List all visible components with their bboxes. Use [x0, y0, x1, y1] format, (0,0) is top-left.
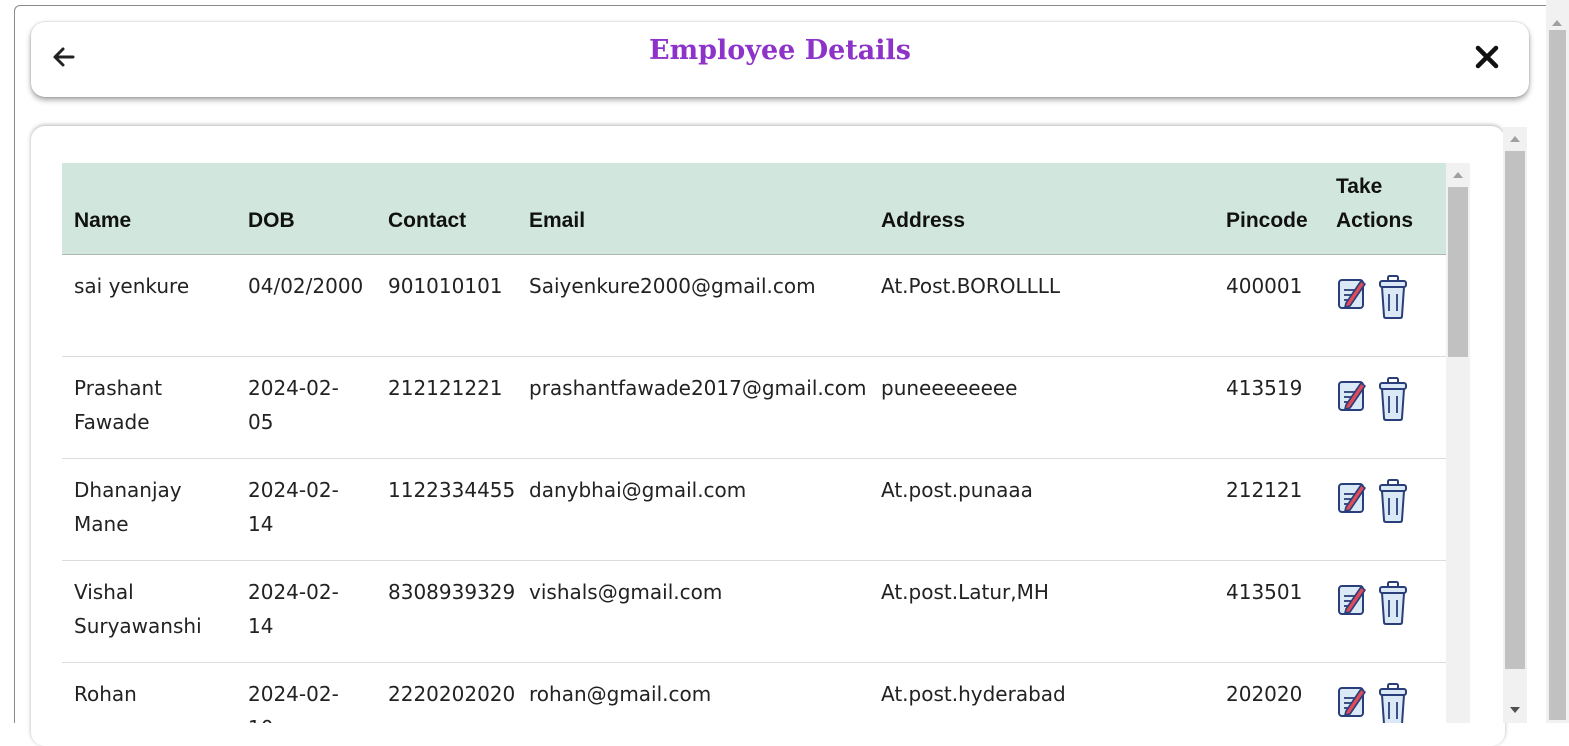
cell-pincode: 202020	[1214, 662, 1324, 723]
edit-icon	[1338, 686, 1366, 717]
delete-button[interactable]	[1378, 580, 1408, 635]
employee-table-container: Name DOB Contact Email Address Pincode T…	[62, 163, 1446, 723]
cell-dob: 2024-02-14	[236, 560, 376, 663]
cell-email: danybhai@gmail.com	[517, 458, 869, 561]
edit-icon	[1338, 482, 1366, 513]
cell-contact: 1122334455	[376, 458, 517, 561]
cell-email: prashantfawade2017@gmail.com	[517, 356, 869, 459]
delete-icon	[1379, 376, 1407, 421]
cell-address: At.Post.BOROLLLL	[869, 254, 1214, 357]
cell-email: rohan@gmail.com	[517, 662, 869, 723]
table-row: Rohan 2024-02-10 2220202020 rohan@gmail.…	[62, 662, 1446, 723]
close-icon	[1475, 45, 1499, 69]
edit-button[interactable]	[1336, 377, 1368, 423]
edit-button[interactable]	[1336, 479, 1368, 525]
cell-name: Prashant Fawade	[62, 356, 236, 459]
column-header-name[interactable]: Name	[62, 163, 236, 255]
column-header-address[interactable]: Address	[869, 163, 1214, 255]
delete-button[interactable]	[1378, 682, 1408, 723]
cell-actions	[1324, 662, 1446, 723]
column-header-contact[interactable]: Contact	[376, 163, 517, 255]
cell-pincode: 400001	[1214, 254, 1324, 357]
scroll-up-icon[interactable]	[1510, 136, 1520, 142]
column-header-dob[interactable]: DOB	[236, 163, 376, 255]
cell-address: At.post.hyderabad	[869, 662, 1214, 723]
delete-button[interactable]	[1378, 274, 1408, 329]
card-scrollbar[interactable]	[1503, 127, 1527, 723]
cell-address: At.post.punaaa	[869, 458, 1214, 561]
edit-icon	[1338, 584, 1366, 615]
column-header-email[interactable]: Email	[517, 163, 869, 255]
edit-icon	[1338, 380, 1366, 411]
employee-table: Name DOB Contact Email Address Pincode T…	[62, 163, 1446, 723]
cell-contact: 8308939329	[376, 560, 517, 663]
cell-dob: 04/02/2000	[236, 254, 376, 357]
cell-contact: 212121221	[376, 356, 517, 459]
scroll-down-icon[interactable]	[1510, 707, 1520, 713]
scroll-up-icon[interactable]	[1552, 20, 1562, 26]
edit-icon	[1338, 278, 1366, 309]
close-button[interactable]	[1472, 42, 1502, 72]
scroll-up-icon[interactable]	[1453, 172, 1463, 178]
table-row: sai yenkure 04/02/2000 901010101 Saiyenk…	[62, 254, 1446, 357]
table-row: Dhananjay Mane 2024-02-14 1122334455 dan…	[62, 458, 1446, 561]
table-scrollbar-thumb[interactable]	[1448, 187, 1468, 357]
cell-actions	[1324, 254, 1446, 357]
edit-button[interactable]	[1336, 275, 1368, 321]
table-row: Vishal Suryawanshi 2024-02-14 8308939329…	[62, 560, 1446, 663]
modal-header: Employee Details	[31, 22, 1529, 97]
delete-button[interactable]	[1378, 376, 1408, 431]
cell-email: vishals@gmail.com	[517, 560, 869, 663]
cell-email: Saiyenkure2000@gmail.com	[517, 254, 869, 357]
cell-address: puneeeeeeee	[869, 356, 1214, 459]
edit-button[interactable]	[1336, 581, 1368, 627]
cell-pincode: 413519	[1214, 356, 1324, 459]
cell-pincode: 413501	[1214, 560, 1324, 663]
delete-button[interactable]	[1378, 478, 1408, 533]
page-scrollbar-thumb[interactable]	[1549, 30, 1566, 720]
delete-icon	[1379, 274, 1407, 319]
cell-dob: 2024-02-10	[236, 662, 376, 723]
cell-contact: 901010101	[376, 254, 517, 357]
table-row: Prashant Fawade 2024-02-05 212121221 pra…	[62, 356, 1446, 459]
cell-actions	[1324, 560, 1446, 663]
cell-name: Vishal Suryawanshi	[62, 560, 236, 663]
column-header-pincode[interactable]: Pincode	[1214, 163, 1324, 255]
cell-dob: 2024-02-14	[236, 458, 376, 561]
cell-name: Rohan	[62, 662, 236, 723]
card-scrollbar-thumb[interactable]	[1505, 151, 1525, 669]
cell-actions	[1324, 458, 1446, 561]
column-header-actions: Take Actions	[1324, 163, 1446, 255]
edit-button[interactable]	[1336, 683, 1368, 724]
cell-address: At.post.Latur,MH	[869, 560, 1214, 663]
page-scrollbar[interactable]	[1546, 0, 1569, 723]
cell-actions	[1324, 356, 1446, 459]
cell-name: Dhananjay Mane	[62, 458, 236, 561]
delete-icon	[1379, 580, 1407, 625]
delete-icon	[1379, 478, 1407, 523]
cell-pincode: 212121	[1214, 458, 1324, 561]
delete-icon	[1379, 682, 1407, 723]
cell-dob: 2024-02-05	[236, 356, 376, 459]
cell-contact: 2220202020	[376, 662, 517, 723]
page-title: Employee Details	[648, 35, 911, 66]
table-header-row: Name DOB Contact Email Address Pincode T…	[62, 163, 1446, 255]
cell-name: sai yenkure	[62, 254, 236, 357]
table-scrollbar[interactable]	[1446, 163, 1470, 723]
